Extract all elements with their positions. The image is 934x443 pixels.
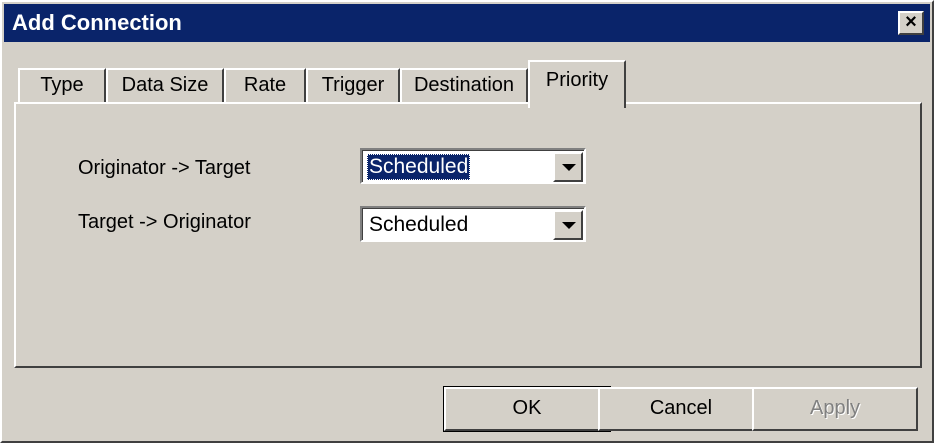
tab-rate[interactable]: Rate — [224, 68, 306, 104]
dialog-title: Add Connection — [12, 10, 182, 35]
tab-label: Rate — [243, 74, 287, 96]
target-to-originator-select[interactable]: Scheduled — [360, 206, 586, 242]
apply-button-label: Apply — [809, 397, 861, 419]
add-connection-dialog: Add Connection × Type Data Size Rate Tri… — [0, 0, 934, 443]
title-bar: Add Connection × — [4, 4, 930, 42]
tab-priority[interactable]: Priority — [528, 60, 626, 108]
cancel-button[interactable]: Cancel — [598, 387, 764, 431]
tab-label: Destination — [413, 74, 515, 96]
tab-label: Type — [40, 74, 84, 96]
tab-data-size[interactable]: Data Size — [106, 68, 224, 104]
chevron-down-icon[interactable] — [553, 152, 583, 182]
apply-button[interactable]: Apply — [752, 387, 918, 431]
originator-to-target-select[interactable]: Scheduled — [360, 148, 586, 184]
tab-label: Trigger — [321, 74, 385, 96]
cancel-button-label: Cancel — [649, 397, 713, 419]
ok-button-label: OK — [512, 397, 542, 419]
target-to-originator-label: Target -> Originator — [78, 211, 251, 233]
close-icon: × — [905, 11, 917, 33]
tab-trigger[interactable]: Trigger — [306, 68, 400, 104]
tab-label: Data Size — [121, 74, 209, 96]
ok-button[interactable]: OK — [443, 386, 611, 432]
chevron-down-icon[interactable] — [553, 210, 583, 240]
tab-type[interactable]: Type — [18, 68, 106, 104]
close-button[interactable]: × — [898, 11, 924, 35]
originator-to-target-value: Scheduled — [367, 154, 471, 180]
priority-tab-panel: Originator -> Target Scheduled Target ->… — [14, 102, 922, 368]
target-to-originator-value: Scheduled — [369, 213, 469, 236]
tab-label: Priority — [545, 69, 609, 91]
tab-destination[interactable]: Destination — [400, 68, 528, 104]
originator-to-target-label: Originator -> Target — [78, 157, 251, 179]
